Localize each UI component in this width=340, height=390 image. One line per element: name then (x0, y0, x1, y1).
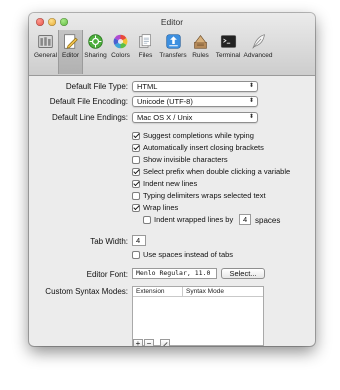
popup-arrows-icon: ⬍ (248, 114, 254, 120)
popup-arrows-icon: ⬍ (248, 83, 254, 89)
tab-editor[interactable]: Editor (58, 30, 83, 74)
checkbox-box (132, 167, 140, 176)
tab-width-label: Tab Width: (90, 237, 128, 246)
indent-spaces-unit: spaces (255, 216, 281, 225)
popup-value: HTML (137, 82, 158, 91)
checkbox-label: Indent new lines (143, 179, 198, 188)
editor-font-field: Menlo Regular, 11.0 (132, 268, 217, 279)
window-title: Editor (160, 17, 184, 27)
tab-label: Sharing (84, 52, 107, 59)
suggest-completions-checkbox[interactable]: Suggest completions while typing (132, 131, 254, 140)
checkbox-box (132, 131, 140, 140)
files-icon (139, 34, 151, 48)
column-header-syntax-mode[interactable]: Syntax Mode (183, 287, 224, 296)
use-spaces-checkbox[interactable]: Use spaces instead of tabs (132, 250, 233, 259)
editor-font-label: Editor Font: (86, 270, 128, 279)
column-header-extension[interactable]: Extension (133, 287, 183, 296)
preferences-window: Editor General Editor Sharing Colors Fil… (29, 13, 315, 346)
indent-spaces-field[interactable]: 4 (239, 214, 251, 225)
color-wheel-icon (113, 34, 128, 49)
checkbox-label: Indent wrapped lines by (154, 215, 234, 224)
default-file-encoding-popup[interactable]: Unicode (UTF-8) ⬍ (132, 96, 258, 107)
add-syntax-mode-button[interactable]: + (133, 339, 143, 346)
checkbox-label: Show invisible characters (143, 155, 228, 164)
checkbox-box (143, 215, 151, 224)
checkbox-label: Select prefix when double clicking a var… (143, 167, 291, 176)
popup-value: Unicode (UTF-8) (137, 97, 193, 106)
tab-rules[interactable]: Rules (188, 30, 213, 74)
default-file-encoding-label: Default File Encoding: (49, 97, 128, 106)
tab-general[interactable]: General (33, 30, 58, 74)
checkbox-box (132, 143, 140, 152)
checkbox-box (132, 203, 140, 212)
default-line-endings-popup[interactable]: Mac OS X / Unix ⬍ (132, 112, 258, 123)
tab-label: Transfers (159, 52, 187, 59)
custom-syntax-modes-label: Custom Syntax Modes: (45, 287, 128, 296)
default-line-endings-label: Default Line Endings: (51, 113, 128, 122)
default-file-type-popup[interactable]: HTML ⬍ (132, 81, 258, 92)
syntax-modes-table[interactable]: Extension Syntax Mode (132, 286, 264, 346)
checkbox-box (132, 191, 140, 200)
tab-label: Advanced (243, 52, 273, 59)
indent-wrapped-lines-checkbox[interactable]: Indent wrapped lines by (143, 215, 233, 224)
tab-transfers[interactable]: Transfers (158, 30, 188, 74)
tab-label: Files (138, 52, 153, 59)
checkbox-label: Wrap lines (143, 203, 179, 212)
feather-icon (251, 34, 265, 49)
tab-files[interactable]: Files (133, 30, 158, 74)
wrap-lines-checkbox[interactable]: Wrap lines (132, 203, 178, 212)
select-prefix-checkbox[interactable]: Select prefix when double clicking a var… (132, 167, 290, 176)
transfers-icon (165, 34, 181, 49)
checkbox-label: Use spaces instead of tabs (143, 250, 234, 259)
select-font-button[interactable]: Select... (221, 268, 265, 279)
pencil-icon (64, 34, 78, 49)
general-icon (38, 35, 53, 48)
rules-icon (194, 34, 207, 49)
checkbox-box (132, 179, 140, 188)
tab-label: Editor (62, 52, 79, 59)
terminal-icon (220, 35, 236, 48)
tab-width-field[interactable]: 4 (132, 235, 146, 246)
tab-colors[interactable]: Colors (108, 30, 133, 74)
editor-preferences-pane: Default File Type: HTML ⬍ Default File E… (29, 76, 315, 346)
pencil-icon (162, 342, 168, 346)
popup-value: Mac OS X / Unix (137, 113, 193, 122)
sharing-icon (88, 34, 103, 49)
tab-label: Rules (192, 52, 209, 59)
tab-label: General (33, 52, 58, 59)
title-bar: Editor General Editor Sharing Colors Fil… (29, 13, 315, 76)
preferences-toolbar: General Editor Sharing Colors Files Tran… (33, 30, 273, 74)
checkbox-box (132, 250, 140, 259)
checkbox-box (132, 155, 140, 164)
remove-syntax-mode-button[interactable]: − (144, 339, 154, 346)
tab-label: Terminal (215, 52, 241, 59)
tab-terminal[interactable]: Terminal (213, 30, 243, 74)
indent-new-lines-checkbox[interactable]: Indent new lines (132, 179, 197, 188)
checkbox-label: Typing delimiters wraps selected text (143, 191, 266, 200)
checkbox-label: Automatically insert closing brackets (143, 143, 264, 152)
table-header: Extension Syntax Mode (133, 287, 263, 297)
edit-syntax-mode-button[interactable] (160, 339, 170, 346)
tab-advanced[interactable]: Advanced (243, 30, 273, 74)
checkbox-label: Suggest completions while typing (143, 131, 254, 140)
tab-label: Colors (111, 52, 130, 59)
show-invisible-characters-checkbox[interactable]: Show invisible characters (132, 155, 228, 164)
tab-sharing[interactable]: Sharing (83, 30, 108, 74)
default-file-type-label: Default File Type: (65, 82, 128, 91)
insert-closing-brackets-checkbox[interactable]: Automatically insert closing brackets (132, 143, 264, 152)
typing-delimiters-checkbox[interactable]: Typing delimiters wraps selected text (132, 191, 266, 200)
popup-arrows-icon: ⬍ (248, 98, 254, 104)
